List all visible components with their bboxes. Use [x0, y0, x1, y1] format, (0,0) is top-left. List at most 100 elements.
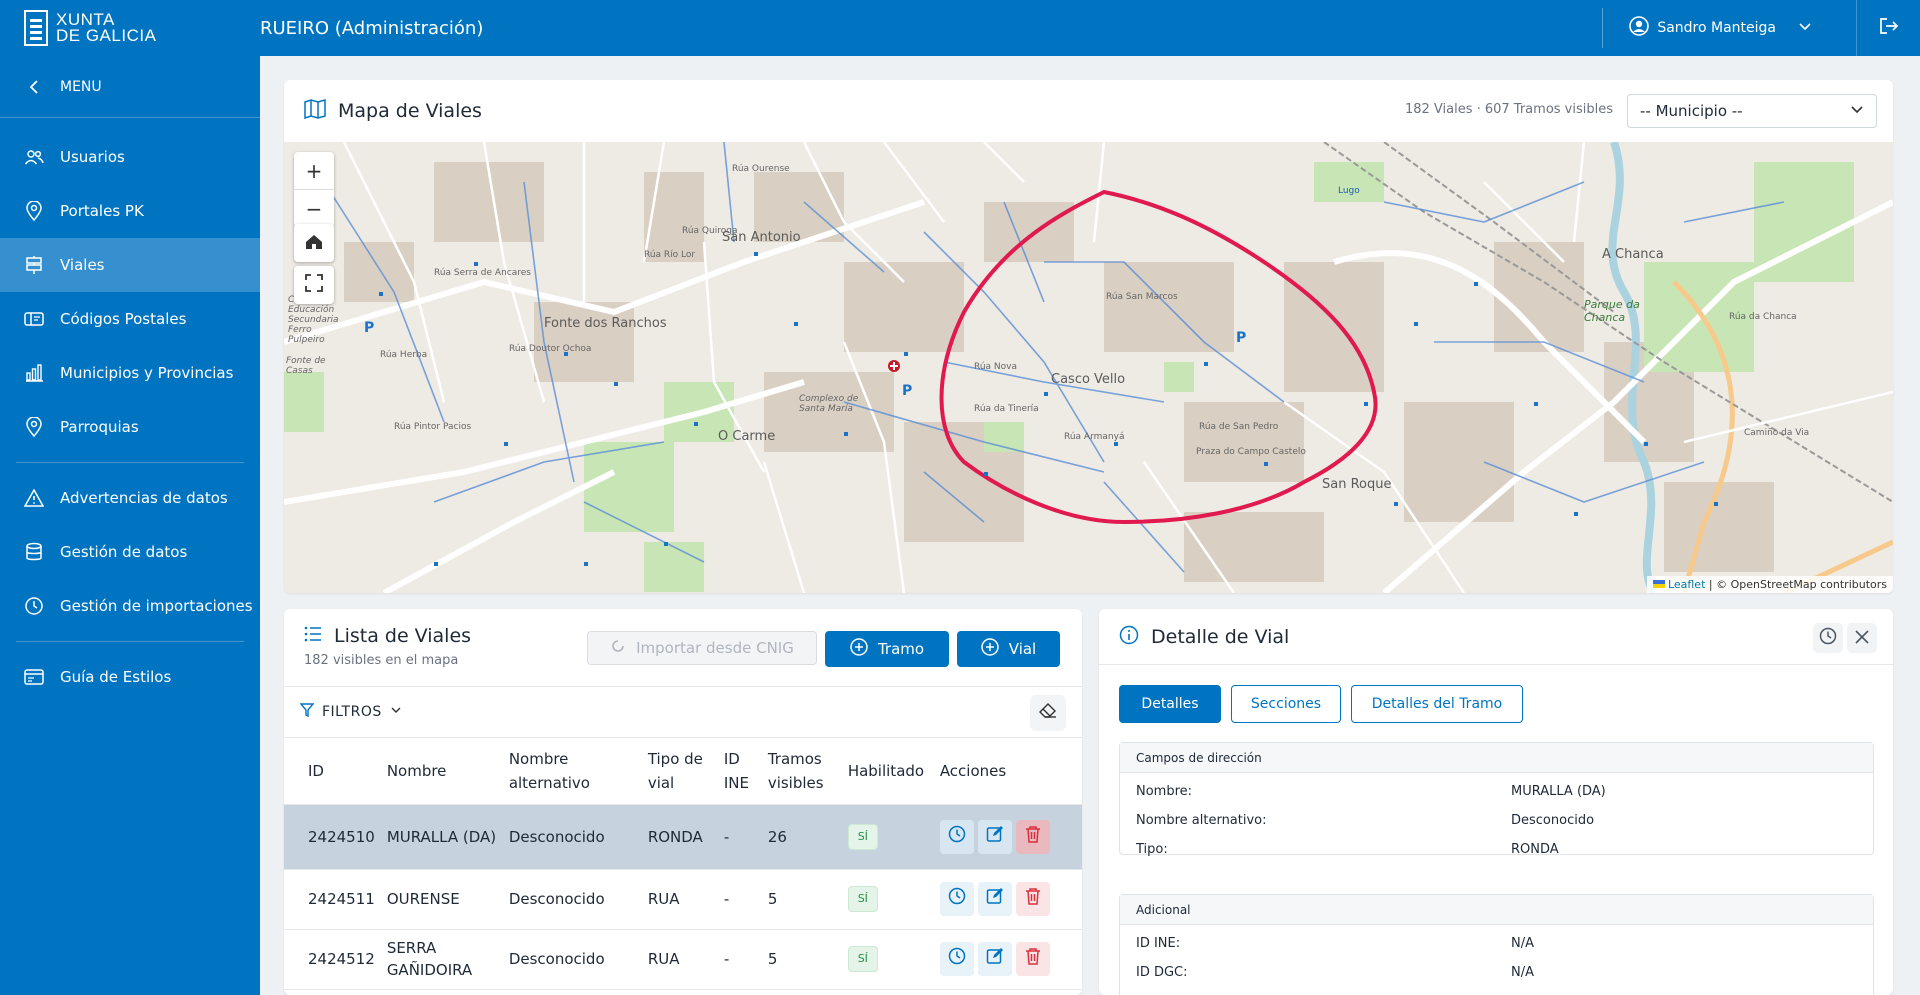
cell-id: 2424511 [284, 869, 381, 930]
sidebar-item-label: Códigos Postales [60, 310, 187, 328]
cell-tramos: 26 [761, 804, 842, 870]
sidebar-item-codigos-postales[interactable]: Códigos Postales [0, 292, 260, 346]
vial-detail-panel: Detalle de Vial Detalles Secciones Detal… [1099, 609, 1893, 995]
sidebar-divider [16, 462, 244, 463]
fullscreen-icon [305, 273, 323, 297]
edit-button[interactable] [977, 819, 1012, 854]
map-title: Mapa de Viales [338, 100, 482, 122]
field-id-dgc: ID DGC: N/A [1120, 958, 1873, 987]
history-button[interactable] [1813, 623, 1843, 653]
column-header-id-ine[interactable]: ID INE [717, 738, 762, 805]
sidebar-item-label: Viales [60, 256, 105, 274]
sidebar-item-portales-pk[interactable]: Portales PK [0, 184, 260, 238]
column-header-habilitado[interactable]: Habilitado [841, 738, 934, 805]
home-control [294, 224, 334, 262]
user-name: Sandro Manteiga [1657, 20, 1776, 36]
sidebar-item-municipios[interactable]: Municipios y Provincias [0, 346, 260, 400]
municipio-select[interactable]: -- Municipio -- [1627, 94, 1877, 128]
sidebar-item-parroquias[interactable]: Parroquias [0, 400, 260, 454]
edit-button[interactable] [977, 942, 1012, 976]
xunta-logo[interactable]: XUNTA DE GALICIA [0, 0, 260, 56]
map-label-rua-pintor-pacios: Rúa Pintor Pacios [394, 422, 472, 432]
xunta-emblem-icon [24, 10, 48, 46]
tab-detalles[interactable]: Detalles [1119, 685, 1221, 723]
sidebar-item-label: Usuarios [60, 148, 125, 166]
detail-title: Detalle de Vial [1151, 625, 1290, 648]
menu-toggle[interactable]: MENU [0, 56, 260, 118]
logo-line-2: DE GALICIA [56, 26, 157, 45]
sidebar-item-viales[interactable]: Viales [0, 238, 260, 292]
history-button[interactable] [939, 819, 974, 854]
zoom-in-button[interactable]: + [294, 152, 334, 190]
map-tiles: P P P [284, 142, 1893, 593]
edit-button[interactable] [977, 882, 1012, 916]
column-header-tipo-de-vial[interactable]: Tipo de vial [641, 738, 718, 805]
sidebar-item-gestion-datos[interactable]: Gestión de datos [0, 525, 260, 579]
table-row[interactable]: 2424512 SERRA GAÑIDOIRA Desconocido RUA … [284, 929, 1082, 990]
database-icon [24, 542, 44, 562]
tab-secciones[interactable]: Secciones [1231, 685, 1341, 723]
clock-icon [1819, 627, 1837, 649]
sidebar: MENU Usuarios Portales PK Viales Códigos… [0, 56, 260, 995]
home-button[interactable] [294, 224, 334, 262]
zoom-out-button[interactable]: − [294, 190, 334, 228]
map-canvas[interactable]: P P P San Antonio Fonte dos Ranchos O Ca… [284, 142, 1893, 593]
column-header-nombre-alternativo[interactable]: Nombre alternativo [502, 738, 642, 805]
delete-button[interactable] [1015, 942, 1050, 976]
clock-icon [948, 947, 966, 971]
column-header-id[interactable]: ID [284, 738, 381, 805]
sidebar-item-label: Advertencias de datos [60, 489, 228, 507]
fullscreen-button[interactable] [294, 266, 334, 304]
cell-nombre: SERRA GAÑIDOIRA [380, 929, 503, 990]
add-vial-button[interactable]: Vial [957, 631, 1060, 667]
viales-list-panel: Lista de Viales 182 visibles en el mapa … [284, 609, 1082, 995]
cell-nombre: MURALLA (DA) [380, 804, 503, 870]
import-cnig-button[interactable]: Importar desde CNIG [587, 631, 817, 665]
map-panel: Mapa de Viales 182 Viales · 607 Tramos v… [284, 80, 1893, 593]
enabled-badge: SÍ [847, 946, 878, 972]
map-stats: 182 Viales · 607 Tramos visibles [1404, 102, 1613, 117]
delete-button[interactable] [1015, 819, 1050, 854]
cell-habilitado: SÍ [841, 869, 934, 930]
filters-toggle[interactable]: FILTROS [284, 687, 1082, 738]
leaflet-flag-icon [1652, 580, 1665, 588]
edit-icon [986, 947, 1004, 971]
add-tramo-label: Tramo [877, 640, 925, 658]
table-row[interactable]: 2424510 MURALLA (DA) Desconocido RONDA -… [284, 804, 1082, 870]
column-header-nombre[interactable]: Nombre [380, 738, 503, 805]
chevron-down-icon [1850, 102, 1864, 120]
map-label-fonte-dos-ranchos: Fonte dos Ranchos [544, 316, 667, 331]
trash-icon [1025, 947, 1041, 971]
field-value: N/A [1511, 936, 1534, 951]
sidebar-item-guia-estilos[interactable]: Guía de Estilos [0, 650, 260, 704]
tab-detalles-del-tramo[interactable]: Detalles del Tramo [1351, 685, 1523, 723]
clock-icon [948, 825, 966, 849]
map-label-rua-chanca: Rúa da Chanca [1729, 312, 1797, 322]
user-menu[interactable]: Sandro Manteiga [1629, 16, 1812, 40]
cell-tipo: RUA [641, 929, 718, 990]
edit-icon [986, 825, 1004, 849]
logo-text: XUNTA DE GALICIA [56, 11, 157, 45]
sidebar-item-advertencias[interactable]: Advertencias de datos [0, 471, 260, 525]
field-value: RONDA [1511, 842, 1559, 857]
column-header-tramos-visibles[interactable]: Tramos visibles [761, 738, 842, 805]
sidebar-item-usuarios[interactable]: Usuarios [0, 130, 260, 184]
leaflet-link[interactable]: Leaflet [1668, 578, 1705, 591]
app-title: RUEIRO (Administración) [260, 17, 484, 39]
history-button[interactable] [939, 942, 974, 976]
close-icon [1855, 629, 1869, 648]
clear-filters-button[interactable] [1030, 695, 1066, 731]
close-button[interactable] [1847, 623, 1877, 653]
field-tipo: Tipo: RONDA [1120, 835, 1873, 864]
table-row[interactable]: 2424511 OURENSE Desconocido RUA - 5 SÍ [284, 869, 1082, 930]
sidebar-item-importaciones[interactable]: Gestión de importaciones [0, 579, 260, 633]
logout-button[interactable] [1856, 0, 1920, 56]
cell-tramos: 5 [761, 869, 842, 930]
delete-button[interactable] [1015, 882, 1050, 916]
add-tramo-button[interactable]: Tramo [825, 631, 949, 667]
enabled-badge: SÍ [847, 886, 878, 912]
history-button[interactable] [939, 882, 974, 916]
map-label-rua-quiroga: Rúa Quiroga [682, 226, 738, 236]
map-label-parque-da-chanca: Parque da Chanca [1584, 298, 1640, 324]
list-icon [304, 626, 322, 646]
